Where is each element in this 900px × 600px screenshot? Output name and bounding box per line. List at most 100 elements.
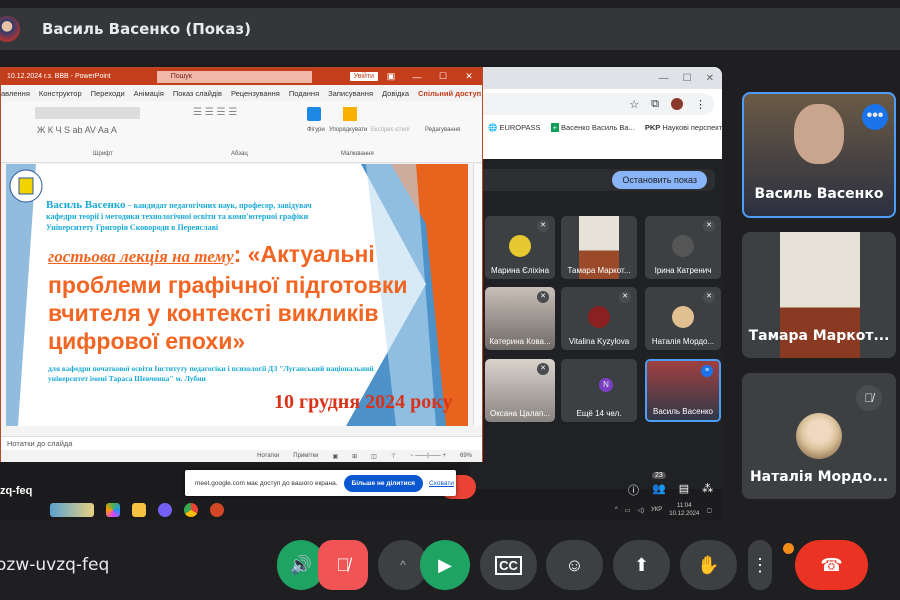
volume-icon[interactable]: ◁) bbox=[637, 507, 644, 514]
reactions-button[interactable]: ☺ bbox=[546, 540, 603, 590]
extensions-icon[interactable]: ⧉ bbox=[651, 98, 659, 111]
captions-button[interactable]: CC bbox=[480, 540, 537, 590]
menu-item[interactable]: Показ слайдів bbox=[173, 89, 222, 98]
people-icon[interactable]: 👥 23 bbox=[652, 472, 666, 498]
paragraph-buttons[interactable]: ☰ ☰ ☰ ☰ bbox=[193, 107, 237, 118]
font-format-buttons[interactable]: Ж К Ч S ab AV Aa A bbox=[37, 125, 117, 135]
group-paragraph-label: Абзац bbox=[231, 151, 248, 157]
stop-presenting-button[interactable]: Остановить показ bbox=[612, 171, 707, 189]
viber-icon[interactable] bbox=[158, 503, 172, 517]
participant-tile[interactable]: Тамара Маркот... bbox=[742, 232, 896, 358]
tray-expand-icon[interactable]: ^ bbox=[615, 507, 618, 513]
clock[interactable]: 11:04 10.12.2024 bbox=[669, 502, 699, 518]
login-button[interactable]: Увійти bbox=[349, 72, 378, 81]
ribbon-display-icon[interactable]: ▣ bbox=[378, 71, 404, 82]
bookmark[interactable]: + Васенко Василь Ва... bbox=[550, 123, 635, 132]
reading-view-icon[interactable]: ◫ bbox=[371, 453, 377, 460]
address-bar[interactable]: ☆ ⧉ ⋮ bbox=[470, 93, 714, 115]
menu-item[interactable]: Записування bbox=[328, 89, 373, 98]
participant-name: Ірина Катренич bbox=[654, 266, 712, 275]
chat-icon[interactable]: ▤ bbox=[679, 482, 689, 498]
maximize-icon[interactable]: ☐ bbox=[683, 73, 692, 84]
notes-field[interactable]: Нотатки до слайда bbox=[1, 436, 482, 450]
editing-button[interactable]: Редагування bbox=[425, 127, 460, 133]
participant-name: Оксана Цалап... bbox=[489, 409, 550, 418]
screen-share-notice: meet.google.com має доступ до вашого екр… bbox=[185, 470, 456, 496]
zoom-slider[interactable]: − ——|—— + bbox=[410, 453, 446, 459]
close-icon[interactable]: ✕ bbox=[456, 71, 482, 82]
quick-styles-button[interactable]: Експрес-стилі bbox=[371, 127, 410, 133]
inner-participant-tile[interactable]: ✕ Vitalina Kyzylova bbox=[561, 287, 637, 350]
normal-view-icon[interactable]: ▣ bbox=[332, 453, 338, 460]
profile-icon[interactable] bbox=[671, 98, 683, 110]
menu-item[interactable]: Конструктор bbox=[39, 89, 82, 98]
minimize-icon[interactable]: — bbox=[659, 73, 669, 84]
participant-name: Ещё 14 чел. bbox=[576, 409, 622, 418]
menu-icon[interactable]: ⋮ bbox=[695, 98, 706, 111]
menu-item[interactable]: Довідка bbox=[382, 89, 409, 98]
ppt-window-title: 10.12.2024 г.з. BBB - PowerPoint bbox=[7, 73, 111, 80]
bookmark[interactable]: 🌐 EUROPASS bbox=[488, 123, 541, 132]
comments-toggle[interactable]: Примітки bbox=[293, 453, 318, 459]
taskbar-thumbnail[interactable] bbox=[50, 503, 94, 517]
shapes-button[interactable]: Фігури bbox=[307, 127, 325, 133]
slideshow-icon[interactable]: ⊤ bbox=[391, 453, 396, 460]
share-button[interactable]: Спільний доступ bbox=[418, 89, 481, 98]
clock-date: 10.12.2024 bbox=[669, 511, 700, 517]
end-call-button[interactable]: ☎ bbox=[795, 540, 868, 590]
group-font-label: Шрифт bbox=[93, 151, 113, 157]
presenter-avatar bbox=[0, 16, 20, 42]
file-explorer-icon[interactable] bbox=[132, 503, 146, 517]
powerpoint-window: 10.12.2024 г.з. BBB - PowerPoint Пошук У… bbox=[0, 67, 483, 462]
slide-scrollbar[interactable] bbox=[473, 164, 482, 426]
notes-toggle[interactable]: Нотатки bbox=[257, 453, 279, 459]
font-select[interactable] bbox=[35, 107, 140, 119]
menu-item[interactable]: Подання bbox=[289, 89, 319, 98]
present-icon: ⬆ bbox=[633, 554, 650, 575]
inner-participant-tile[interactable]: N Ещё 14 чел. bbox=[561, 359, 637, 422]
bookmark[interactable]: PKP Наукові перспекти... bbox=[645, 123, 722, 132]
inner-participant-tile[interactable]: ✕ Наталія Мордо... bbox=[645, 287, 721, 350]
notifications-icon[interactable]: ▢ bbox=[706, 507, 712, 514]
close-icon[interactable]: ✕ bbox=[706, 73, 714, 84]
participant-name: Тамара Маркот... bbox=[748, 328, 890, 344]
participant-tile[interactable]: 🎙̸ Наталія Мордо... bbox=[742, 373, 896, 499]
arrange-icon[interactable] bbox=[343, 107, 357, 121]
info-icon[interactable]: ⓘ bbox=[628, 482, 639, 498]
participant-avatar bbox=[509, 234, 531, 257]
arrange-button[interactable]: Упорядкувати bbox=[329, 127, 367, 133]
copilot-icon[interactable] bbox=[106, 503, 120, 517]
inner-participant-tile[interactable]: ✕ Марина Єліхіна bbox=[485, 216, 555, 279]
inner-participant-tile[interactable]: ✕ Оксана Цалап... bbox=[485, 359, 555, 422]
participant-tile[interactable]: ••• Василь Васенко bbox=[742, 92, 896, 218]
ppt-search[interactable]: Пошук bbox=[156, 70, 312, 83]
raise-hand-button[interactable]: ✋ bbox=[680, 540, 737, 590]
sorter-view-icon[interactable]: ⊞ bbox=[352, 453, 357, 460]
menu-item[interactable]: Переходи bbox=[91, 89, 125, 98]
menu-item[interactable]: Анімація bbox=[134, 89, 164, 98]
inner-participant-tile[interactable]: ✕ Ірина Катренич bbox=[645, 216, 721, 279]
chrome-icon[interactable] bbox=[184, 503, 198, 517]
windows-taskbar: ^ ▭ ◁) УКР 11:04 10.12.2024 ▢ bbox=[0, 500, 722, 520]
mic-off-icon: ✕ bbox=[537, 363, 549, 375]
inner-participant-tile[interactable]: Тамара Маркот... bbox=[561, 216, 637, 279]
language-indicator[interactable]: УКР bbox=[651, 507, 662, 513]
inner-participant-tile[interactable]: ≡ Василь Васенко bbox=[645, 359, 721, 422]
menu-item[interactable]: авлення bbox=[1, 89, 30, 98]
hide-notice-link[interactable]: Сховати bbox=[429, 480, 454, 487]
star-icon[interactable]: ☆ bbox=[629, 98, 639, 111]
minimize-icon[interactable]: — bbox=[404, 72, 430, 82]
shapes-icon[interactable] bbox=[307, 107, 321, 121]
participant-avatar bbox=[672, 234, 694, 257]
maximize-icon[interactable]: ☐ bbox=[430, 71, 456, 82]
activities-icon[interactable]: ⁂ bbox=[702, 482, 713, 498]
inner-participant-tile[interactable]: ✕ Катерина Кова... bbox=[485, 287, 555, 350]
microphone-button[interactable]: 🎙̸ bbox=[318, 540, 368, 590]
stop-sharing-button[interactable]: Більше не ділитися bbox=[343, 474, 423, 492]
camera-button[interactable]: ▶ bbox=[420, 540, 470, 590]
more-options-icon[interactable]: ••• bbox=[862, 104, 888, 130]
powerpoint-icon[interactable] bbox=[210, 503, 224, 517]
more-options-button[interactable]: ⋮ bbox=[748, 540, 772, 590]
present-button[interactable]: ⬆ bbox=[613, 540, 670, 590]
menu-item[interactable]: Рецензування bbox=[231, 89, 280, 98]
